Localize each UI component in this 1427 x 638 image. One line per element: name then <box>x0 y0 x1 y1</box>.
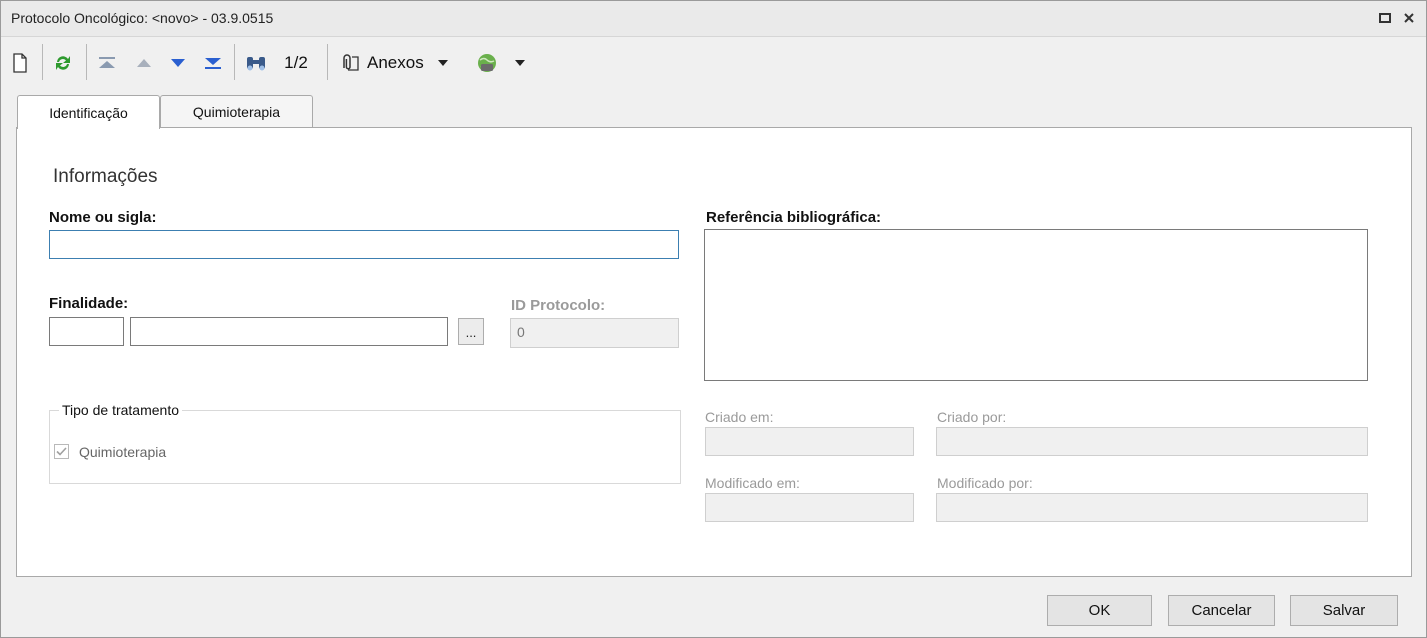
toolbar-separator <box>234 44 235 80</box>
section-title: Informações <box>53 166 158 187</box>
arrow-down-icon <box>171 59 185 67</box>
id-protocol-input: 0 <box>510 318 679 348</box>
purpose-lookup-button[interactable]: ... <box>458 318 484 345</box>
attachments-label: Anexos <box>367 53 424 72</box>
modified-by-label: Modificado por: <box>937 475 1033 491</box>
tab-label: Identificação <box>49 104 128 121</box>
toolbar-separator <box>86 44 87 80</box>
maximize-icon[interactable] <box>1376 9 1394 27</box>
globe-icon <box>478 54 496 72</box>
close-icon[interactable] <box>1400 9 1418 27</box>
refresh-icon <box>56 56 70 70</box>
chemotherapy-checkbox[interactable] <box>54 444 69 459</box>
modified-on-input <box>705 493 914 522</box>
paperclip-icon <box>343 54 359 71</box>
toolbar-separator <box>42 44 43 80</box>
name-label: Nome ou sigla: <box>49 209 157 226</box>
created-by-label: Criado por: <box>937 409 1007 425</box>
tab-quimioterapia[interactable]: Quimioterapia <box>160 95 313 128</box>
chemotherapy-checkbox-label: Quimioterapia <box>79 444 167 460</box>
new-document-icon <box>13 53 27 73</box>
first-record-icon <box>99 57 115 68</box>
first-record-button[interactable] <box>95 50 119 76</box>
name-input[interactable] <box>49 230 679 259</box>
modified-on-label: Modificado em: <box>705 475 800 491</box>
window-title: Protocolo Oncológico: <novo> - 03.9.0515 <box>11 10 274 26</box>
modified-by-input <box>936 493 1368 522</box>
treatment-type-legend: Tipo de tratamento <box>59 402 182 418</box>
previous-record-button[interactable] <box>132 50 156 76</box>
purpose-label: Finalidade: <box>49 295 129 312</box>
purpose-description-input[interactable] <box>130 317 448 346</box>
tab-label: Quimioterapia <box>192 104 281 120</box>
save-button[interactable]: Salvar <box>1290 595 1398 626</box>
ok-button[interactable]: OK <box>1047 595 1152 626</box>
next-record-button[interactable] <box>166 50 190 76</box>
new-record-button[interactable] <box>9 50 31 76</box>
id-protocol-label: ID Protocolo: <box>511 297 606 314</box>
toolbar-separator <box>327 44 328 80</box>
record-position-label: 1/2 <box>284 53 308 72</box>
web-dropdown[interactable] <box>475 50 531 76</box>
attachments-dropdown[interactable]: Anexos <box>339 50 469 76</box>
purpose-code-input[interactable] <box>49 317 124 346</box>
created-on-input <box>705 427 914 456</box>
form-panel: Informações Nome ou sigla: Finalidade: .… <box>16 127 1412 577</box>
find-button[interactable] <box>241 50 271 76</box>
dialog-window: Protocolo Oncológico: <novo> - 03.9.0515 <box>0 0 1427 638</box>
cancel-button[interactable]: Cancelar <box>1168 595 1275 626</box>
binoculars-icon <box>247 57 265 71</box>
record-position: 1/2 <box>277 50 315 76</box>
created-by-input <box>936 427 1368 456</box>
bibliography-textarea[interactable] <box>704 229 1368 381</box>
last-record-icon <box>205 58 221 69</box>
refresh-button[interactable] <box>51 50 75 76</box>
chevron-down-icon <box>515 60 525 66</box>
last-record-button[interactable] <box>201 50 225 76</box>
tab-identificacao[interactable]: Identificação <box>17 95 160 129</box>
bibliography-label: Referência bibliográfica: <box>706 209 882 226</box>
title-bar: Protocolo Oncológico: <novo> - 03.9.0515 <box>1 1 1426 37</box>
arrow-up-icon <box>137 59 151 67</box>
check-icon <box>56 447 67 456</box>
toolbar: 1/2 Anexos <box>1 38 1426 88</box>
created-on-label: Criado em: <box>705 409 774 425</box>
chevron-down-icon <box>437 60 448 66</box>
